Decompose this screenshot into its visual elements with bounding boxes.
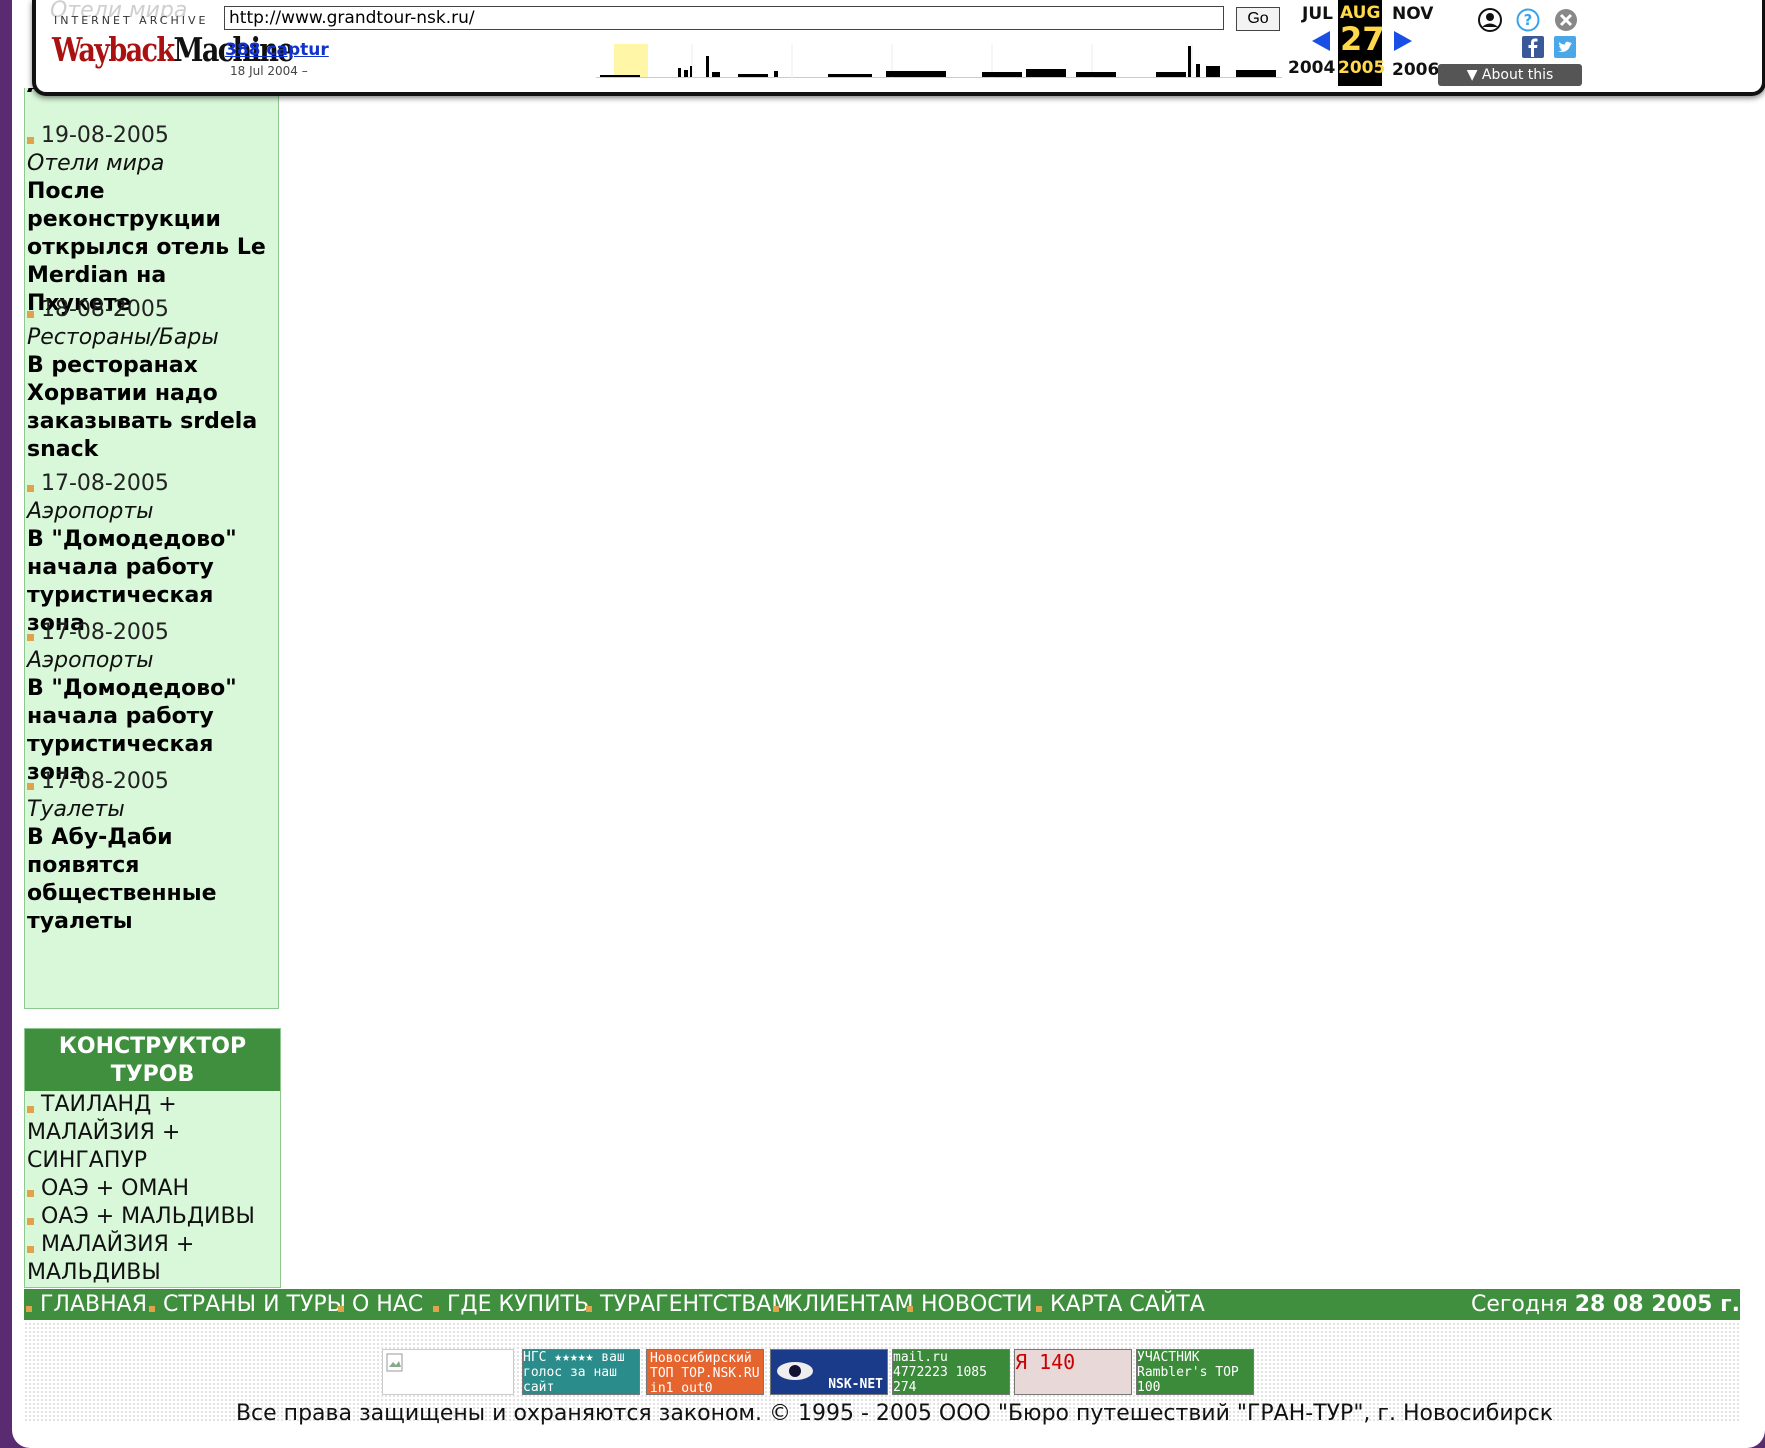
news-headline-link[interactable]: В ресторанах Хорватии надо заказывать sr… [27,352,277,464]
news-category: Туалеты [27,797,125,822]
bullet-icon [27,1105,34,1113]
help-icon[interactable]: ? [1516,8,1540,32]
nav-about[interactable]: О НАС [338,1289,423,1320]
news-date: 18-08-2005 [41,297,169,322]
mailru-banner[interactable]: mail.ru 4772223 1085 274 [892,1349,1010,1395]
nav-news[interactable]: НОВОСТИ [907,1289,1033,1320]
news-item: 17-08-2005 Туалеты В Абу-Даби появятся о… [27,768,277,936]
prev-year-link[interactable]: 2004 [1288,58,1335,78]
tour-link[interactable]: МАЛАЙЗИЯ + МАЛЬДИВЫ [25,1231,280,1287]
eye-icon [777,1362,813,1380]
news-date: 17-08-2005 [41,471,169,496]
bullet-icon [27,633,34,641]
nav-home[interactable]: ГЛАВНАЯ [26,1289,147,1320]
bullet-icon [586,1306,592,1312]
today-date: Сегодня 28 08 2005 г. [1470,1292,1740,1317]
news-date: 17-08-2005 [41,769,169,794]
bullet-icon [773,1306,779,1312]
bullet-icon [27,136,34,144]
captures-link[interactable]: 388 captur [225,40,329,60]
news-item: 18-08-2005 Рестораны/Бары В ресторанах Х… [27,296,277,464]
capture-range: 18 Jul 2004 – [230,64,308,78]
browser-window: Анталии 19-08-2005 Отели мира После реко… [12,0,1765,1448]
prev-arrow-icon[interactable] [1310,30,1332,52]
bullet-icon [433,1306,439,1312]
bullet-icon [27,484,34,492]
next-month-link[interactable]: NOV [1392,4,1433,24]
main-nav: ГЛАВНАЯ СТРАНЫ И ТУРЫ О НАС ГДЕ КУПИТЬ Т… [24,1289,1740,1320]
news-category: Аэропорты [27,648,154,673]
tour-link[interactable]: ОАЭ + ОМАН [25,1175,280,1203]
bullet-icon [27,782,34,790]
broken-image-icon [386,1353,403,1372]
go-button[interactable]: Go [1236,7,1280,31]
bullet-icon [149,1306,155,1312]
news-date: 17-08-2005 [41,620,169,645]
nav-countries-tours[interactable]: СТРАНЫ И ТУРЫ [149,1289,346,1320]
current-year: 2005 [1338,58,1386,78]
facebook-icon[interactable] [1522,36,1544,58]
nsk-top-banner[interactable]: Новосибирский ТОП TOP.NSK.RU in1 out0 [646,1349,764,1395]
wayback-toolbar: Отели мира INTERNET ARCHIVE WaybackMachi… [32,0,1765,96]
bullet-icon [26,1306,32,1312]
tour-constructor-panel: КОНСТРУКТОР ТУРОВ ТАИЛАНД + МАЛАЙЗИЯ + С… [24,1028,281,1288]
news-item: 17-08-2005 Аэропорты В "Домодедово" нача… [27,470,277,638]
news-date: 19-08-2005 [41,123,169,148]
close-icon[interactable] [1554,8,1578,32]
nsknet-banner[interactable]: NSK-NET [770,1349,888,1395]
tour-constructor-title: КОНСТРУКТОР ТУРОВ [25,1029,280,1091]
twitter-icon[interactable] [1554,36,1576,58]
bullet-icon [27,1245,34,1253]
bullet-icon [27,310,34,318]
tour-link[interactable]: ТАИЛАНД + МАЛАЙЗИЯ + СИНГАПУР [25,1091,280,1175]
nav-agencies[interactable]: ТУРАГЕНТСТВАМ [586,1289,790,1320]
news-headline-link[interactable]: В Абу-Даби появятся общественные туалеты [27,824,277,936]
broken-image[interactable] [382,1349,514,1395]
bullet-icon [27,1189,34,1197]
next-arrow-icon[interactable] [1392,30,1414,52]
news-column: Анталии 19-08-2005 Отели мира После реко… [24,88,279,1009]
news-item: 17-08-2005 Аэропорты В "Домодедово" нача… [27,619,277,787]
url-input[interactable] [224,6,1224,30]
yandex-banner[interactable]: Я 140 [1014,1349,1132,1395]
bullet-icon [338,1306,344,1312]
internet-archive-label: INTERNET ARCHIVE [54,14,209,27]
svg-text:?: ? [1524,11,1533,29]
prev-month-link[interactable]: JUL [1302,4,1333,24]
news-panel: Анталии 19-08-2005 Отели мира После реко… [24,88,279,1009]
nav-where-to-buy[interactable]: ГДЕ КУПИТЬ [433,1289,589,1320]
ngs-banner[interactable]: НГС ★★★★★ ваш голос за наш сайт [522,1349,640,1395]
capture-sparkline[interactable] [596,44,1282,78]
news-category: Отели мира [27,151,165,176]
bullet-icon [907,1306,913,1312]
tour-link[interactable]: ОАЭ + МАЛЬДИВЫ [25,1203,280,1231]
news-category: Рестораны/Бары [27,325,219,350]
bullet-icon [1036,1306,1042,1312]
next-year-link[interactable]: 2006 [1392,60,1439,80]
footer-copyright: Все права защищены и охраняются законом.… [235,1401,1554,1426]
current-day: 27 [1340,20,1385,58]
nav-sitemap[interactable]: КАРТА САЙТА [1036,1289,1205,1320]
about-capture-button[interactable]: ▼ About this capture [1438,64,1582,92]
news-item: 19-08-2005 Отели мира После реконструкци… [27,122,277,318]
nav-clients[interactable]: КЛИЕНТАМ [773,1289,914,1320]
news-category: Аэропорты [27,499,154,524]
caret-down-icon: ▼ [1466,67,1478,83]
account-icon[interactable] [1478,8,1502,32]
bullet-icon [27,1217,34,1225]
rambler-banner[interactable]: УЧАСТНИК Rambler's TOP 100 [1136,1349,1254,1395]
